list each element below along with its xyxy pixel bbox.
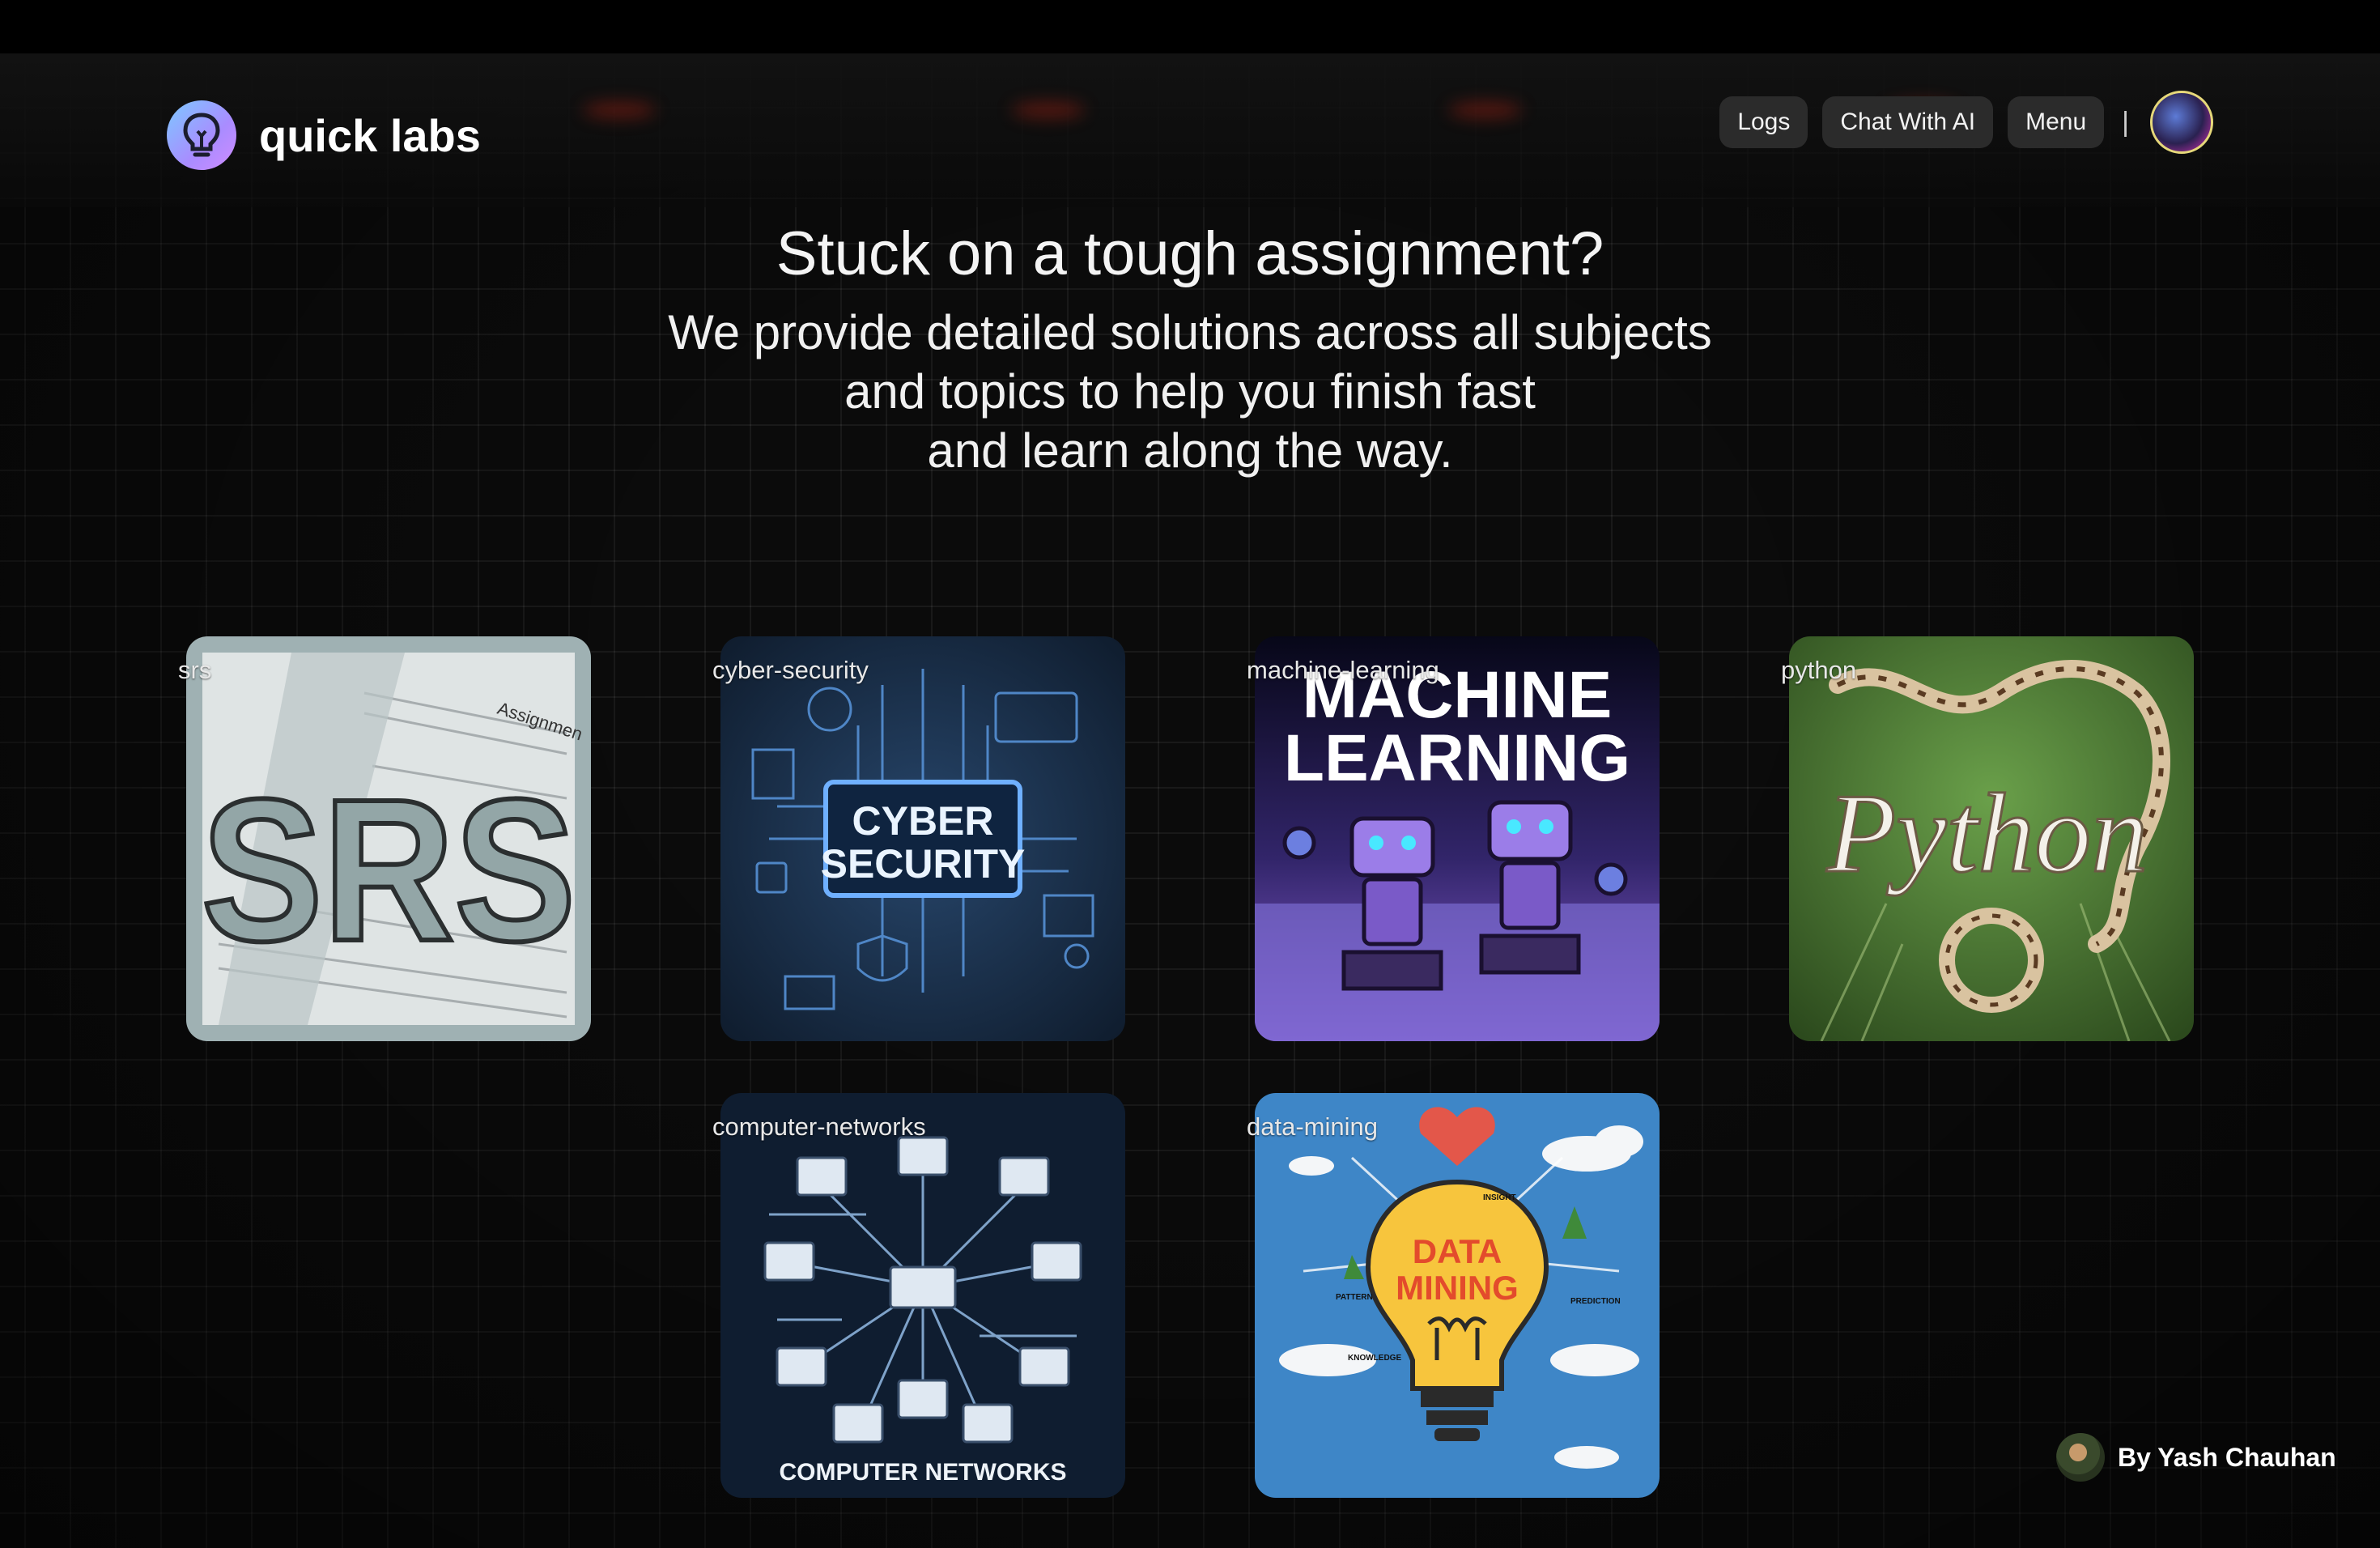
hero-line-3: and learn along the way.	[927, 423, 1453, 478]
card-label-srs: srs	[178, 656, 212, 684]
python-art-text: Python	[1826, 771, 2148, 896]
hero-title: Stuck on a tough assignment?	[776, 219, 1604, 288]
subject-card-srs[interactable]: Assignmen SRS	[186, 636, 591, 1041]
card-label-cyber-security: cyber-security	[712, 656, 869, 684]
card-label-machine-learning: machine-learning	[1247, 656, 1439, 684]
subject-card-cyber-security[interactable]: CYBER SECURITY	[720, 636, 1125, 1041]
subject-card-machine-learning[interactable]: MACHINE LEARNING	[1255, 636, 1660, 1041]
cyber-art-line-2: SECURITY	[821, 841, 1026, 887]
menu-button[interactable]: Menu	[2008, 96, 2105, 148]
top-nav: Logs Chat With AI Menu |	[1705, 91, 2213, 154]
hero-line-1: We provide detailed solutions across all…	[668, 305, 1712, 359]
nav-divider: |	[2122, 106, 2129, 138]
data-mining-tag-pattern: PATTERN	[1336, 1293, 1373, 1302]
machine-learning-artwork: MACHINE LEARNING	[1255, 636, 1660, 1041]
user-avatar[interactable]	[2150, 91, 2213, 154]
computer-networks-artwork: COMPUTER NETWORKS	[720, 1093, 1125, 1498]
python-artwork: Python	[1789, 636, 2194, 1041]
data-mining-tag-knowledge: KNOWLEDGE	[1348, 1354, 1401, 1363]
author-credit-text: By Yash Chauhan	[2118, 1442, 2336, 1472]
hero-line-2: and topics to help you finish fast	[844, 364, 1536, 419]
card-label-data-mining: data-mining	[1247, 1112, 1378, 1141]
author-avatar	[2056, 1433, 2105, 1482]
logs-button[interactable]: Logs	[1719, 96, 1808, 148]
srs-artwork: Assignmen SRS	[186, 636, 591, 1041]
subject-card-python[interactable]: Python	[1789, 636, 2194, 1041]
hero: Stuck on a tough assignment? We provide …	[0, 212, 2380, 480]
data-mining-tag-insight: INSIGHT	[1483, 1193, 1516, 1202]
lightbulb-icon	[167, 100, 236, 170]
author-credit[interactable]: By Yash Chauhan	[2056, 1433, 2336, 1482]
card-label-computer-networks: computer-networks	[712, 1112, 926, 1141]
cyber-art-line-1: CYBER	[852, 798, 993, 844]
subject-card-data-mining[interactable]: DATA MINING INSIGHT PATTERN PREDICTION K…	[1255, 1093, 1660, 1498]
data-mining-art-line-1: DATA	[1413, 1232, 1502, 1270]
srs-art-title: SRS	[202, 758, 576, 984]
hero-subtitle: We provide detailed solutions across all…	[0, 303, 2380, 480]
data-mining-art-line-2: MINING	[1396, 1269, 1519, 1307]
brand[interactable]: quick labs	[167, 100, 481, 170]
ml-art-line-2: LEARNING	[1284, 721, 1630, 795]
data-mining-tag-prediction: PREDICTION	[1570, 1297, 1621, 1306]
card-label-python: python	[1781, 656, 1857, 684]
subject-card-computer-networks[interactable]: COMPUTER NETWORKS	[720, 1093, 1125, 1498]
top-bar	[0, 0, 2380, 53]
cyber-security-artwork: CYBER SECURITY	[720, 636, 1125, 1041]
networks-art-text: COMPUTER NETWORKS	[780, 1459, 1067, 1486]
data-mining-artwork: DATA MINING INSIGHT PATTERN PREDICTION K…	[1255, 1093, 1660, 1498]
chat-with-ai-button[interactable]: Chat With AI	[1822, 96, 1994, 148]
app-name: quick labs	[259, 109, 481, 161]
